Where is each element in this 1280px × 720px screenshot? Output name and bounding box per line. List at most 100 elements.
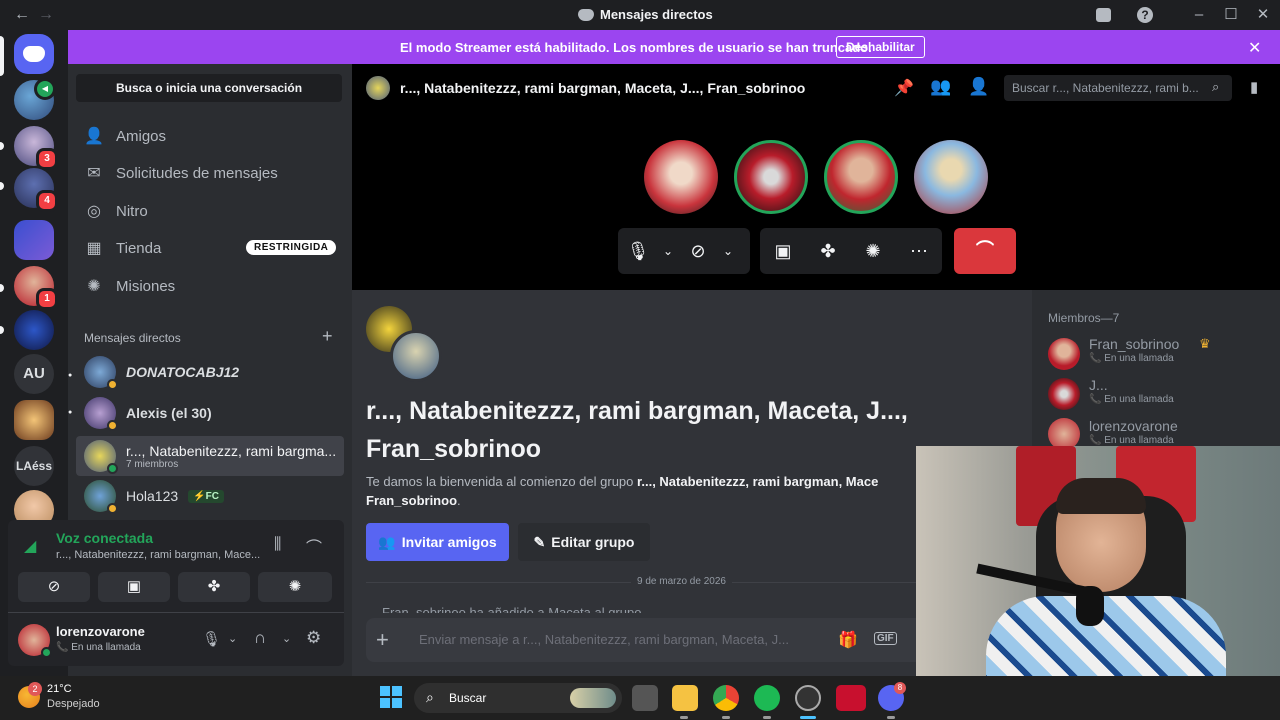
headphones-icon[interactable]: ∩ (254, 628, 266, 648)
task-view-icon[interactable] (632, 685, 658, 711)
voice-status[interactable]: Voz conectada (56, 530, 153, 546)
restricted-tag: RESTRINGIDA (246, 240, 337, 255)
server-icon[interactable] (14, 400, 54, 440)
spotify-icon[interactable] (754, 685, 780, 711)
camera-off-icon[interactable]: ⊘ (678, 241, 718, 262)
bookmark-icon[interactable]: ▮ (1250, 78, 1258, 96)
member-name[interactable]: lorenzovarone (1089, 418, 1178, 434)
dm-name: Hola123 (126, 488, 179, 504)
gif-icon[interactable]: GIF (874, 632, 897, 645)
dm-name: DONATOCABJ12 (126, 364, 240, 380)
weather-temp[interactable]: 21°C (47, 683, 72, 695)
screen-share-icon[interactable]: ▣ (760, 241, 806, 262)
close-banner-icon[interactable]: ✕ (1248, 38, 1261, 58)
selected-pip (0, 36, 4, 76)
server-icon[interactable]: 1 (14, 266, 58, 310)
group-title-line: r..., Natabenitezzz, rami bargman, Macet… (366, 397, 908, 425)
microphone-icon[interactable]: 🎙 (618, 241, 658, 262)
server-icon-au[interactable]: AU (14, 354, 54, 394)
nav-friends[interactable]: 👤 Amigos (76, 118, 344, 154)
username[interactable]: lorenzovarone (56, 624, 145, 639)
home-discord-button[interactable] (14, 34, 54, 74)
find-conversation-search[interactable]: Busca o inicia una conversación (76, 74, 342, 102)
chevron-down-icon[interactable]: ⌄ (658, 244, 678, 258)
voice-channel[interactable]: r..., Natabenitezzz, rami bargman, Mace.… (56, 549, 260, 561)
nav-message-requests[interactable]: ✉ Solicitudes de mensajes (76, 155, 344, 191)
microphone-icon[interactable]: 🎙 (202, 630, 221, 648)
activities-button[interactable]: ✤ (178, 572, 250, 602)
discord-logo-icon (578, 8, 594, 21)
conversation-title[interactable]: r..., Natabenitezzz, rami bargman, Macet… (400, 80, 805, 96)
server-icon[interactable] (14, 310, 54, 350)
soundboard-icon[interactable]: ✺ (850, 241, 896, 262)
forward-arrow-icon[interactable]: → (38, 6, 54, 24)
pinned-messages-icon[interactable]: 📌 (894, 78, 914, 98)
hang-up-button[interactable]: ⌒ (954, 228, 1016, 274)
minimize-icon[interactable]: – (1190, 6, 1208, 24)
chat-header: r..., Natabenitezzz, rami bargman, Macet… (352, 64, 1280, 112)
call-participant-avatar[interactable] (644, 140, 718, 214)
windows-start-icon[interactable] (380, 686, 402, 708)
member-avatar[interactable] (1048, 338, 1080, 370)
settings-gear-icon[interactable]: ⚙ (306, 628, 321, 648)
call-participant-avatar[interactable] (914, 140, 988, 214)
taskbar-search[interactable]: ⌕ Buscar (414, 683, 622, 713)
create-dm-plus-icon[interactable]: + (322, 326, 333, 347)
screen-share-button[interactable]: ▣ (98, 572, 170, 602)
gift-icon[interactable]: 🎁 (838, 630, 858, 650)
unread-pip (0, 142, 4, 150)
server-icon[interactable]: 4 (14, 168, 58, 212)
close-window-icon[interactable]: ✕ (1254, 6, 1272, 24)
disconnect-icon[interactable]: ⌒ (306, 534, 322, 558)
message-input[interactable]: + Enviar mensaje a r..., Natabenitezzz, … (366, 618, 928, 662)
app-icon[interactable] (836, 685, 866, 711)
title-bar: ← → Mensajes directos ? – ☐ ✕ (0, 0, 1280, 30)
edit-label: Editar grupo (551, 534, 635, 550)
obs-icon[interactable] (795, 685, 821, 711)
server-icon[interactable]: 3 (14, 126, 58, 170)
nav-quests[interactable]: ✺ Misiones (76, 268, 344, 304)
server-icon-laess[interactable]: LAéss (14, 446, 54, 486)
member-avatar[interactable] (1048, 378, 1080, 410)
running-indicator (680, 716, 688, 719)
add-friends-icon[interactable]: 👥 (930, 77, 951, 97)
chrome-icon[interactable] (713, 685, 739, 711)
maximize-icon[interactable]: ☐ (1222, 6, 1240, 24)
server-icon[interactable]: ◀ (14, 78, 56, 120)
dm-item[interactable]: Hola123 ⚡FC (76, 477, 344, 515)
soundboard-button[interactable]: ✺ (258, 572, 332, 602)
disable-streamer-button[interactable]: Deshabilitar (836, 36, 925, 58)
file-explorer-icon[interactable] (672, 685, 698, 711)
member-list-icon[interactable]: 👤 (968, 77, 989, 97)
invite-friends-button[interactable]: 👥 Invitar amigos (366, 523, 509, 561)
dm-item[interactable]: Alexis (el 30) (76, 394, 344, 432)
chevron-down-icon[interactable]: ⌄ (228, 632, 237, 645)
member-name[interactable]: Fran_sobrinoo (1089, 336, 1179, 352)
nav-nitro[interactable]: ◎ Nitro (76, 193, 344, 229)
dm-item-selected[interactable]: r..., Natabenitezzz, rami bargma... 7 mi… (76, 436, 344, 476)
noise-suppression-icon[interactable]: ⫼ (274, 536, 281, 554)
call-participant-avatar-speaking[interactable] (824, 140, 898, 214)
member-name[interactable]: J... (1089, 377, 1108, 393)
members-header: Miembros—7 (1048, 311, 1120, 325)
chevron-down-icon[interactable]: ⌄ (718, 244, 738, 258)
activities-icon[interactable]: ✤ (806, 241, 850, 262)
nav-shop[interactable]: ▦ Tienda RESTRINGIDA (76, 230, 344, 266)
connection-signal-icon: ◢ (24, 538, 37, 555)
dm-item[interactable]: DONATOCABJ12 (76, 353, 344, 391)
avatar (84, 480, 118, 514)
user-avatar[interactable] (18, 624, 52, 658)
call-participant-avatar-speaking[interactable] (734, 140, 808, 214)
camera-off-button[interactable]: ⊘ (18, 572, 90, 602)
chevron-down-icon[interactable]: ⌄ (282, 632, 291, 645)
back-arrow-icon[interactable]: ← (14, 6, 30, 24)
help-icon[interactable]: ? (1136, 6, 1154, 24)
more-options-icon[interactable]: ⋯ (896, 241, 942, 262)
inbox-icon[interactable] (1094, 6, 1112, 24)
attach-plus-icon[interactable]: + (376, 627, 389, 653)
search-input[interactable]: Buscar r..., Natabenitezzz, rami b... ⌕ (1004, 75, 1232, 101)
add-friends-icon: 👥 (378, 533, 396, 550)
edit-group-button[interactable]: ✎ Editar grupo (518, 523, 650, 561)
weather-desc[interactable]: Despejado (47, 698, 100, 710)
server-icon[interactable] (14, 220, 54, 260)
